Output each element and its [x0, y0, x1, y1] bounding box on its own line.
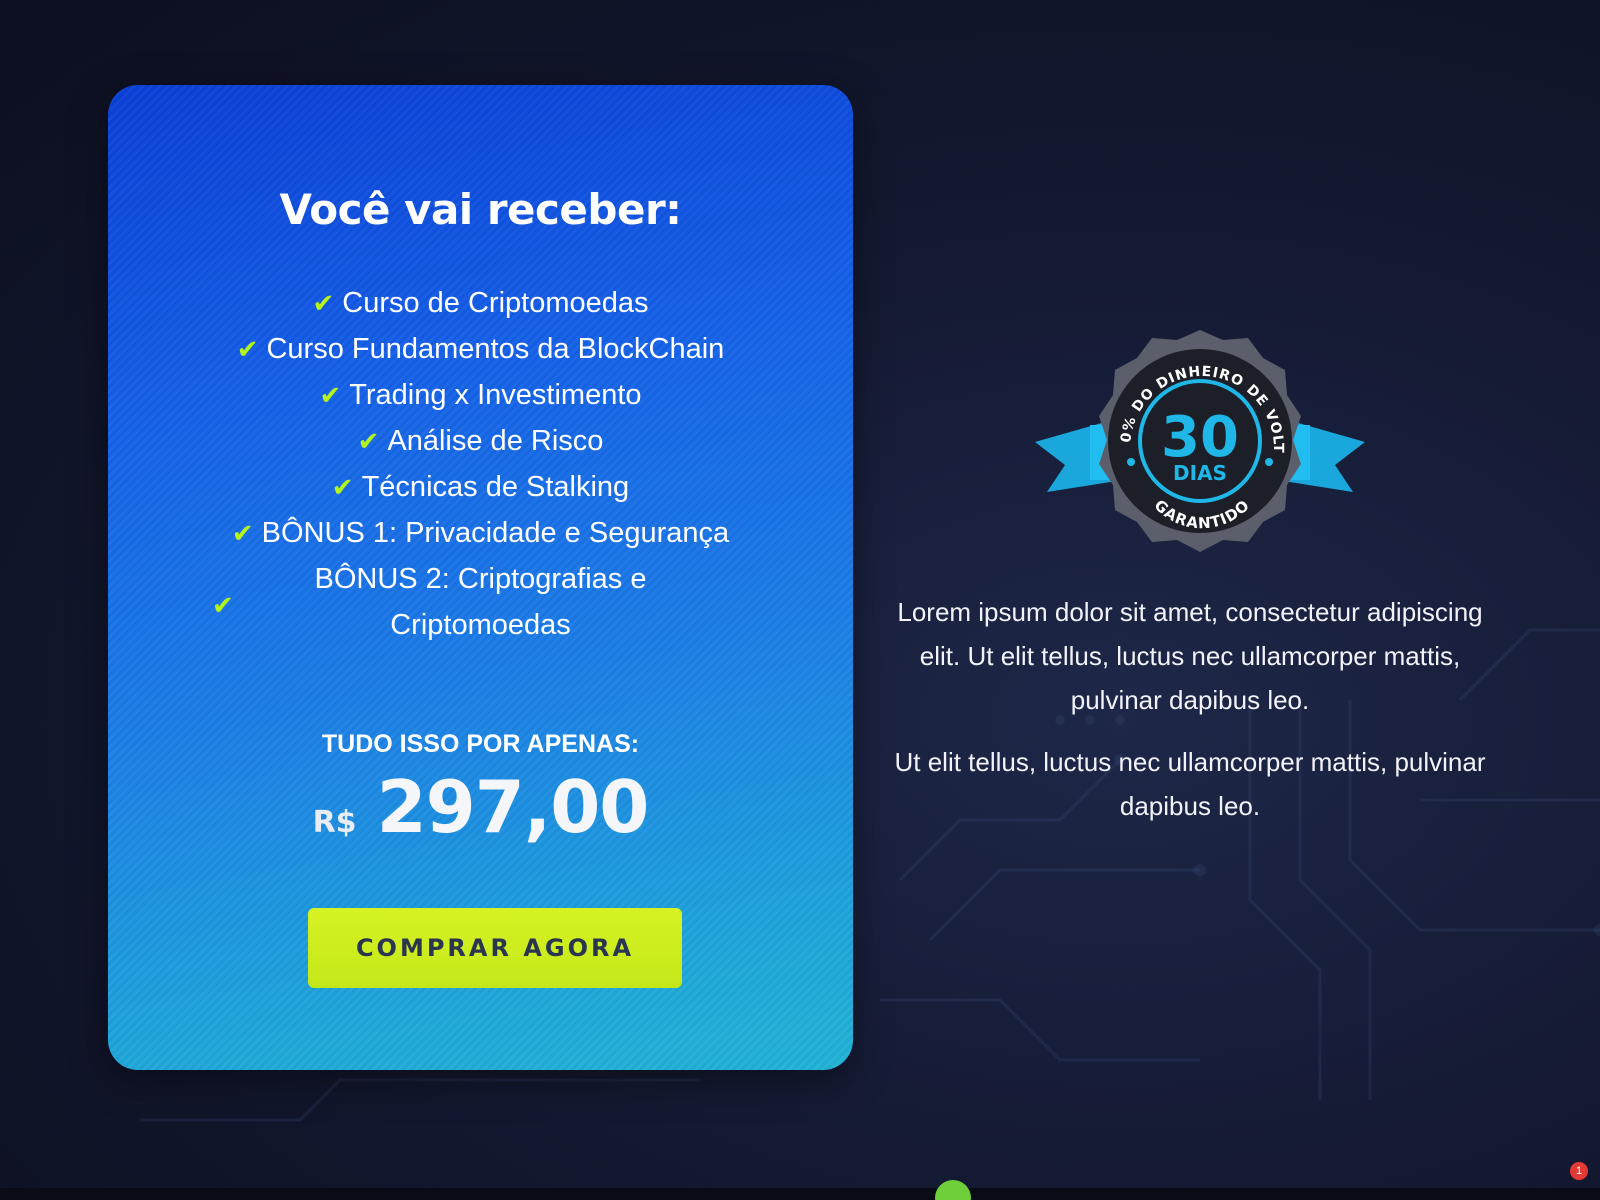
list-item: ✔ BÔNUS 2: Criptografias e Criptomoedas — [108, 556, 853, 648]
check-icon: ✔ — [331, 472, 354, 502]
guarantee-paragraph-2: Ut elit tellus, luctus nec ullamcorper m… — [894, 747, 1486, 821]
benefit-list: ✔ Curso de Criptomoedas ✔ Curso Fundamen… — [108, 280, 853, 648]
buy-now-button[interactable]: COMPRAR AGORA — [308, 908, 682, 988]
app-icon[interactable] — [935, 1180, 971, 1200]
offer-card: Você vai receber: ✔ Curso de Criptomoeda… — [108, 85, 853, 1070]
price-amount: 297,00 — [376, 765, 650, 849]
check-icon: ✔ — [231, 518, 254, 548]
list-item: ✔ Análise de Risco — [108, 418, 853, 464]
notification-badge[interactable]: 1 — [1570, 1162, 1588, 1180]
badge-days-label: DIAS — [1173, 461, 1227, 485]
check-icon: ✔ — [312, 288, 335, 318]
list-item: ✔ Técnicas de Stalking — [108, 464, 853, 510]
offer-title: Você vai receber: — [279, 185, 682, 234]
price-label: TUDO ISSO POR APENAS: — [321, 730, 640, 758]
guarantee-text: Lorem ipsum dolor sit amet, consectetur … — [880, 590, 1500, 846]
check-icon: ✔ — [236, 334, 259, 364]
taskbar — [0, 1188, 1600, 1200]
benefit-label: Técnicas de Stalking — [361, 471, 630, 503]
guarantee-badge: 100% DO DINHEIRO DE VOLTA 30 DIAS GARANT… — [1035, 330, 1365, 552]
list-item: ✔ Trading x Investimento — [108, 372, 853, 418]
check-icon: ✔ — [357, 426, 380, 456]
price: R$ 297,00 — [108, 765, 853, 849]
list-item: ✔ Curso Fundamentos da BlockChain — [108, 326, 853, 372]
list-item: ✔ BÔNUS 1: Privacidade e Segurança — [108, 510, 853, 556]
benefit-label: Curso de Criptomoedas — [342, 287, 649, 319]
list-item: ✔ Curso de Criptomoedas — [108, 280, 853, 326]
benefit-label: Trading x Investimento — [349, 379, 642, 411]
benefit-label: Curso Fundamentos da BlockChain — [266, 333, 725, 365]
benefit-label: BÔNUS 2: Criptografias e Criptomoedas — [314, 563, 647, 641]
currency-symbol: R$ — [312, 805, 357, 840]
check-icon: ✔ — [212, 590, 234, 620]
benefit-label: BÔNUS 1: Privacidade e Segurança — [261, 517, 730, 549]
guarantee-paragraph-1: Lorem ipsum dolor sit amet, consectetur … — [897, 597, 1483, 715]
check-icon: ✔ — [319, 380, 342, 410]
benefit-label: Análise de Risco — [387, 425, 604, 457]
